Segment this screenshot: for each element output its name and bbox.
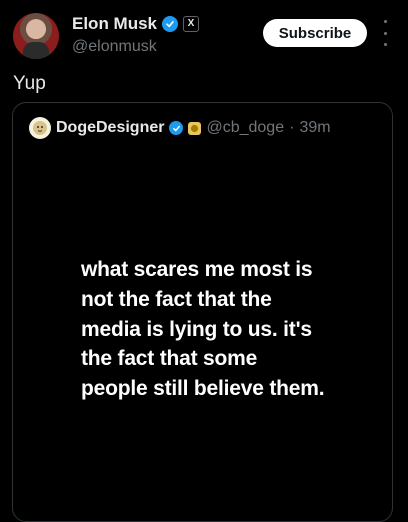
more-options-icon[interactable] [381, 20, 389, 46]
quoted-post[interactable]: DogeDesigner @cb_doge · 39m what scares … [12, 102, 393, 522]
quoted-author-handle[interactable]: @cb_doge [206, 119, 284, 137]
author-name-row: Elon Musk X [72, 14, 200, 34]
verified-icon [162, 16, 179, 32]
avatar[interactable] [13, 13, 59, 59]
author-handle[interactable]: @elonmusk [72, 38, 157, 56]
quoted-author-name[interactable]: DogeDesigner [56, 119, 164, 137]
x-affiliation-icon: X [183, 16, 200, 32]
post-text: Yup [13, 73, 46, 94]
quoted-avatar[interactable] [29, 117, 51, 139]
subscribe-button[interactable]: Subscribe [263, 19, 367, 47]
quoted-image-text: what scares me most is not the fact that… [81, 258, 325, 401]
meta-separator: · [289, 119, 295, 136]
author-name[interactable]: Elon Musk [72, 14, 157, 34]
post-header: Elon Musk X @elonmusk Subscribe [0, 0, 408, 64]
quoted-verified-icon [169, 121, 184, 135]
quoted-timestamp[interactable]: 39m [299, 119, 330, 137]
quoted-header: DogeDesigner @cb_doge · 39m [29, 117, 331, 139]
affiliate-badge-icon [188, 121, 202, 135]
